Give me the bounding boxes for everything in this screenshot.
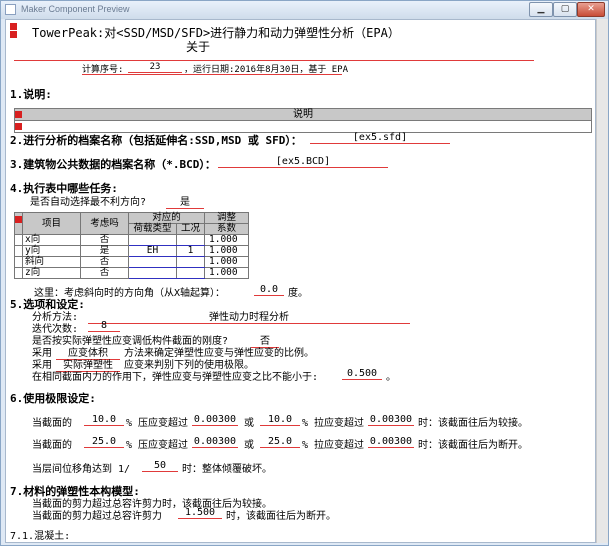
iteration-value[interactable]: 8 [88, 320, 120, 332]
limit2-text-d: % 拉应变超过 [302, 440, 365, 451]
row-consider[interactable]: 是 [80, 245, 129, 257]
vertical-scrollbar[interactable] [596, 19, 608, 543]
material-line2-b: 时，该截面往后为断开。 [226, 511, 336, 522]
limit1-text-a: 当截面的 [32, 418, 72, 429]
row-case[interactable] [176, 267, 205, 279]
row-coef[interactable]: 1.000 [204, 234, 249, 246]
col-consider: 考虑吗 [80, 212, 129, 235]
limit1-v1[interactable]: 0.00300 [192, 414, 238, 426]
divider [82, 74, 342, 75]
section-3-title: 3.建筑物公共数据的档案名称（*.BCD）： [10, 158, 216, 171]
row-load-type[interactable] [128, 267, 177, 279]
row-item: z向 [22, 267, 81, 279]
title-bar: Maker Component Preview ▁ ▢ ✕ [1, 1, 608, 19]
drift-value[interactable]: 50 [142, 460, 178, 472]
window-title: Maker Component Preview [21, 4, 130, 14]
divider [14, 60, 534, 61]
row-load-type[interactable]: EH [128, 245, 177, 257]
table-row: 斜向 否 1.000 [14, 256, 249, 268]
table-marker [15, 216, 22, 223]
row-marker [14, 245, 23, 257]
row-marker [14, 267, 23, 279]
col-corresponding: 对应的 [128, 212, 205, 224]
shear-factor-value[interactable]: 1.500 [178, 507, 222, 519]
row-load-type[interactable] [128, 256, 177, 268]
limit2-text-e: 时：该截面往后为断开。 [418, 440, 528, 451]
document-area: TowerPeak:对<SSD/MSD/SFD>进行静力和动力弹塑性分析（EPA… [5, 19, 596, 543]
ratio-label: 在相同截面内力的作用下，弹性应变与弹塑性应变之比不能小于: [32, 372, 319, 383]
section-7-1-title: 7.1.混凝土: [10, 531, 71, 542]
minimize-button[interactable]: ▁ [529, 2, 553, 17]
section-2-title: 2.进行分析的档案名称（包括延伸名:SSD,MSD 或 SFD）： [10, 134, 302, 147]
limit1-text-e: 时：该截面往后为较接。 [418, 418, 528, 429]
section-1-title: 1.说明: [10, 88, 52, 101]
analysis-file-field[interactable]: [ex5.sfd] [310, 132, 450, 144]
limit2-text-a: 当截面的 [32, 440, 72, 451]
row-marker [14, 234, 23, 246]
row-marker [14, 256, 23, 268]
maximize-button[interactable]: ▢ [553, 2, 577, 17]
row-case[interactable] [176, 234, 205, 246]
limit1-v2[interactable]: 0.00300 [368, 414, 414, 426]
task-table: 项目 考虑吗 对应的 调整 荷载类型 工况 系数 x向 否 1.000 y向 是… [14, 212, 249, 279]
angle-unit: 度。 [288, 288, 308, 299]
row-case[interactable]: 1 [176, 245, 205, 257]
limit1-pct1[interactable]: 10.0 [84, 414, 124, 426]
row-coef[interactable]: 1.000 [204, 256, 249, 268]
calc-number[interactable]: 23 [128, 62, 182, 73]
limit1-text-c: 或 [244, 418, 254, 429]
row-coef[interactable]: 1.000 [204, 267, 249, 279]
limit2-pct2[interactable]: 25.0 [260, 436, 300, 448]
row-item: y向 [22, 245, 81, 257]
limit1-text-d: % 拉应变超过 [302, 418, 365, 429]
limit1-pct2[interactable]: 10.0 [260, 414, 300, 426]
ratio-end: 。 [386, 372, 396, 383]
auto-select-label: 是否自动选择最不利方向? [30, 197, 147, 208]
material-line2-a: 当截面的剪力超过总容许剪力 [32, 511, 162, 522]
corner-marker [10, 23, 17, 30]
limit2-pct1[interactable]: 25.0 [84, 436, 124, 448]
app-icon [5, 4, 16, 15]
row-item: 斜向 [22, 256, 81, 268]
close-button[interactable]: ✕ [577, 2, 605, 17]
method-value[interactable]: 弹性动力时程分析 [88, 308, 410, 324]
drift-text-b: 时：整体倾覆破坏。 [182, 464, 272, 475]
col-case: 工况 [176, 223, 205, 235]
ratio-value[interactable]: 0.500 [342, 368, 382, 380]
auto-select-value[interactable]: 是 [166, 193, 204, 209]
limit2-text-c: 或 [244, 440, 254, 451]
app-window: Maker Component Preview ▁ ▢ ✕ TowerPeak:… [0, 0, 609, 546]
bcd-file-field[interactable]: [ex5.BCD] [218, 156, 388, 168]
corner-marker [10, 31, 17, 38]
col-adjust: 调整 [204, 212, 249, 224]
row-marker [15, 111, 22, 118]
table-row: y向 是 EH 1 1.000 [14, 245, 249, 257]
row-coef[interactable]: 1.000 [204, 245, 249, 257]
col-coef: 系数 [204, 223, 249, 235]
table-row: x向 否 1.000 [14, 234, 249, 246]
table-row: z向 否 1.000 [14, 267, 249, 279]
row-load-type[interactable] [128, 234, 177, 246]
header-title: TowerPeak:对<SSD/MSD/SFD>进行静力和动力弹塑性分析（EPA… [32, 26, 400, 40]
col-item: 项目 [22, 212, 81, 235]
row-consider[interactable]: 否 [80, 267, 129, 279]
limit2-text-b: % 压应变超过 [126, 440, 189, 451]
col-load-type: 荷载类型 [128, 223, 177, 235]
limit1-text-b: % 压应变超过 [126, 418, 189, 429]
row-item: x向 [22, 234, 81, 246]
row-case[interactable] [176, 256, 205, 268]
description-header: 说明 [14, 108, 592, 121]
angle-value[interactable]: 0.0 [254, 284, 284, 296]
row-marker [15, 123, 22, 130]
drift-text-a: 当层间位移角达到 1/ [32, 464, 131, 475]
header-subtitle: 关于 [186, 40, 211, 54]
row-consider[interactable]: 否 [80, 234, 129, 246]
limit2-v1[interactable]: 0.00300 [192, 436, 238, 448]
row-consider[interactable]: 否 [80, 256, 129, 268]
section-6-title: 6.使用极限设定: [10, 392, 96, 405]
limit2-v2[interactable]: 0.00300 [368, 436, 414, 448]
